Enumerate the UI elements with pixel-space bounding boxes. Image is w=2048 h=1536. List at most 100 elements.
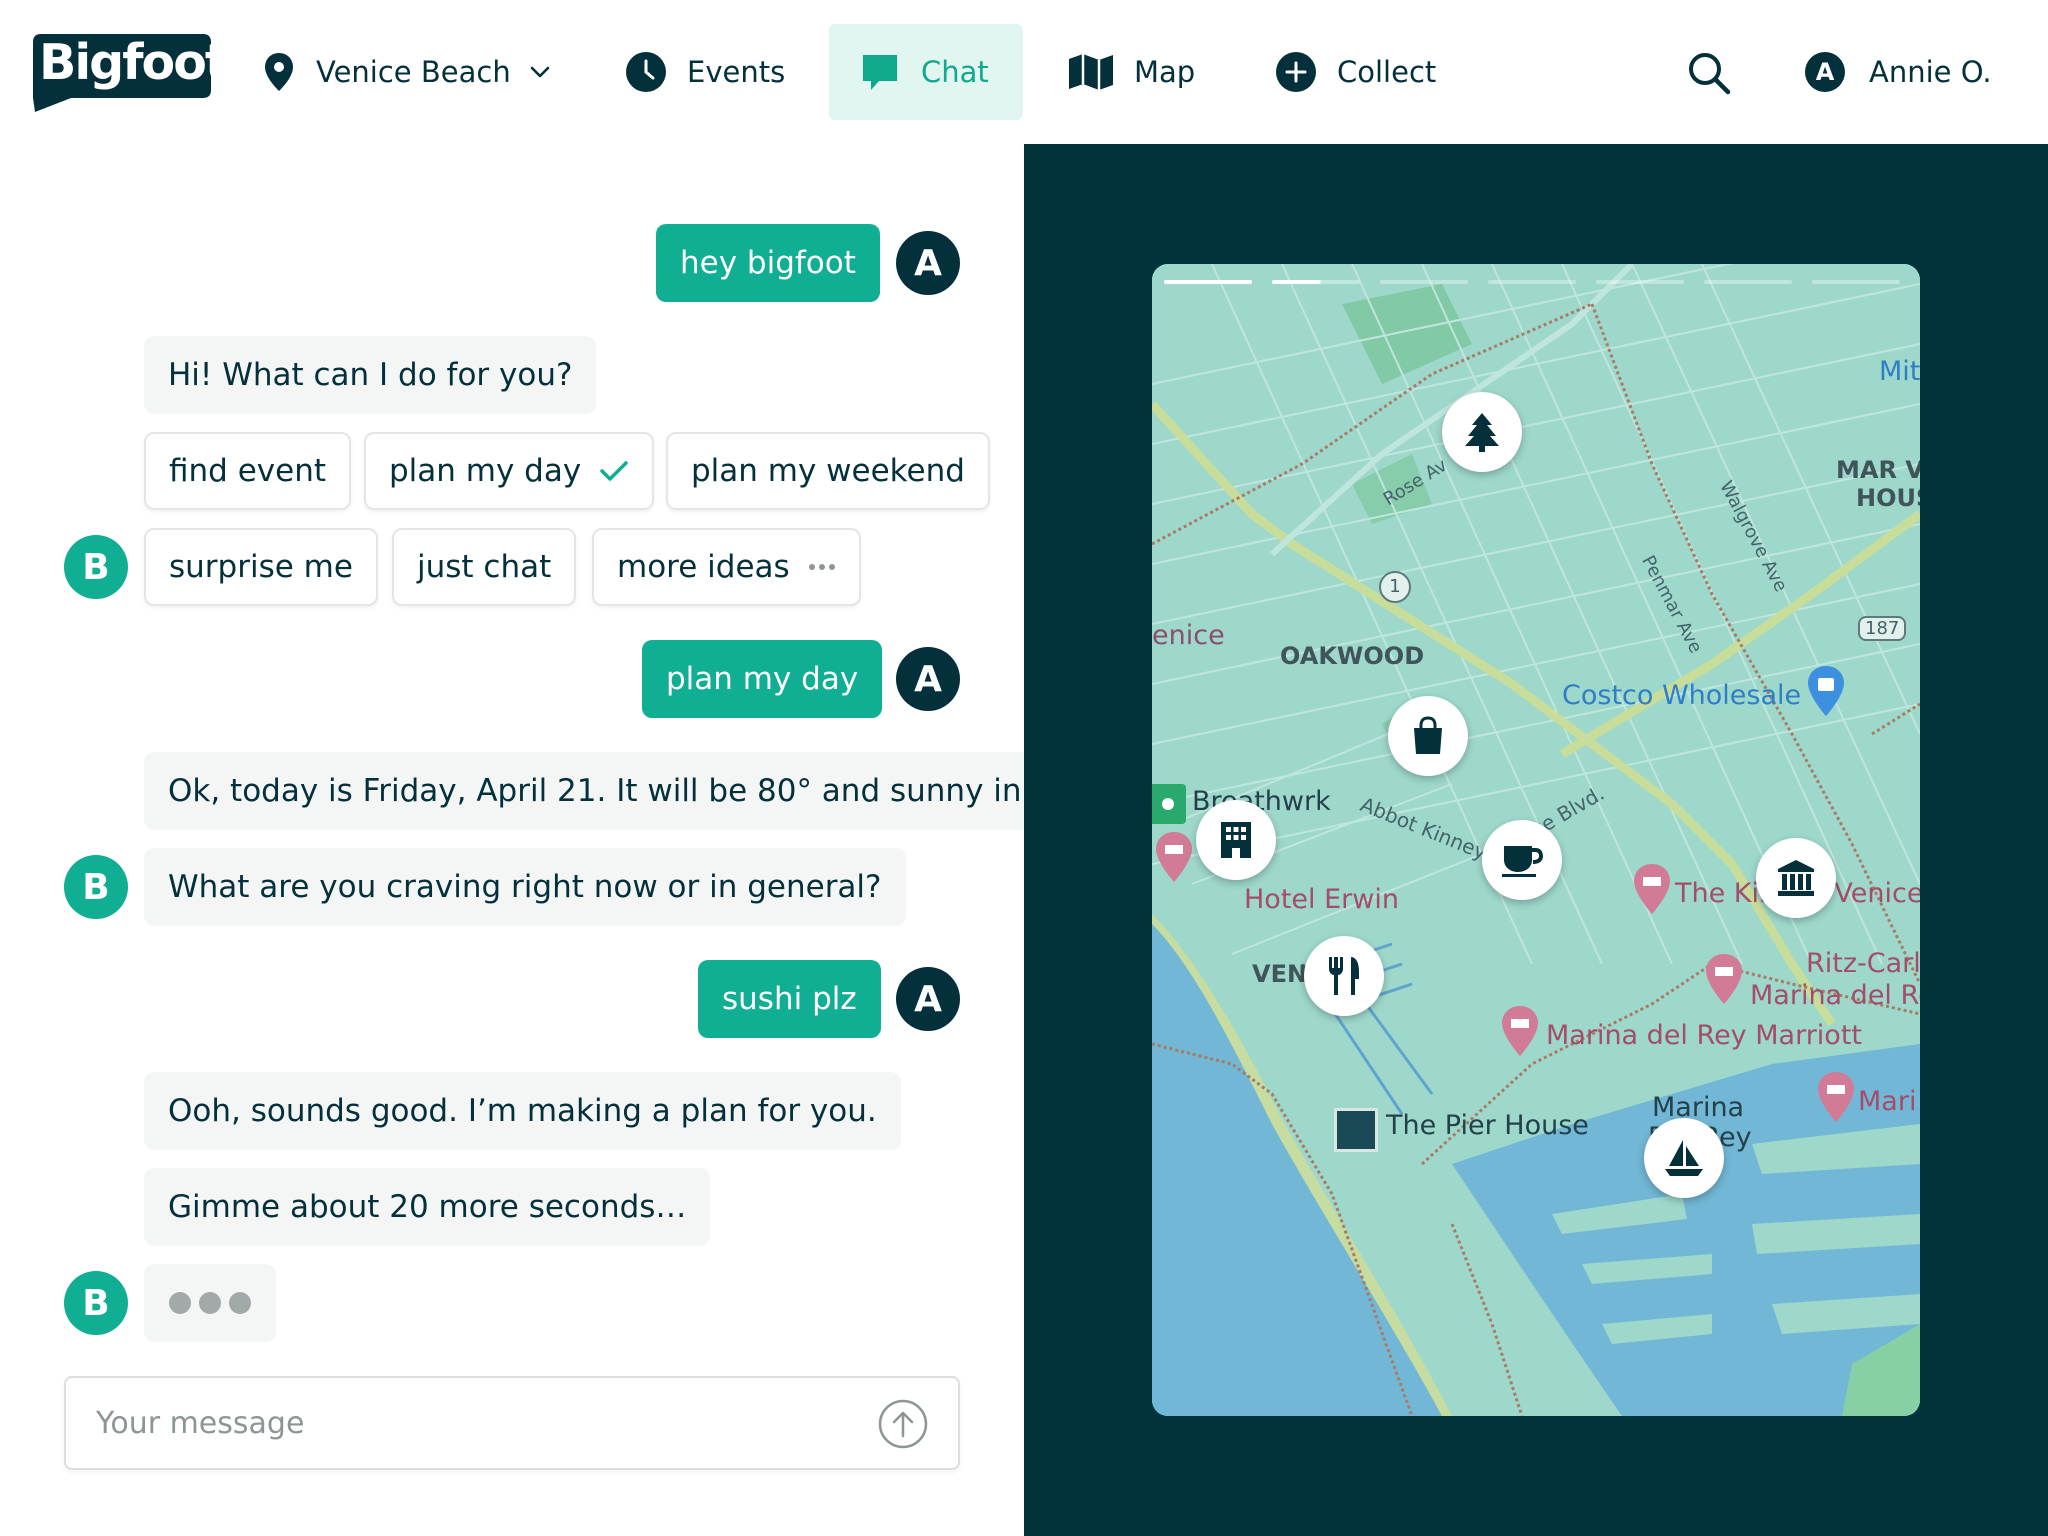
nav-chat[interactable]: Chat — [829, 24, 1023, 120]
arrow-up-circle-icon — [878, 1399, 928, 1449]
check-icon — [600, 461, 628, 481]
map-label: Marina del Re — [1750, 980, 1920, 1011]
bot-message: Ok, today is Friday, April 21. It will b… — [144, 752, 1024, 830]
hotel-poi-icon — [1502, 1006, 1538, 1056]
user-menu[interactable]: A Annie O. — [1805, 52, 1992, 92]
map-pin-marina[interactable] — [1644, 1118, 1724, 1198]
bot-message: Ooh, sounds good. I’m making a plan for … — [144, 1072, 901, 1150]
sailboat-icon — [1665, 1140, 1703, 1176]
bot-avatar: B — [64, 535, 128, 599]
bot-message: Gimme about 20 more seconds… — [144, 1168, 711, 1246]
chat-bubble-icon — [863, 55, 897, 90]
chat-panel: hey bigfoot A Hi! What can I do for you?… — [0, 144, 1024, 1536]
route-shield: 1 — [1379, 571, 1411, 603]
shopping-poi-icon — [1808, 666, 1844, 716]
ellipsis-icon — [808, 564, 835, 570]
location-pin-icon — [265, 53, 293, 91]
nav-map[interactable]: Map — [1068, 24, 1195, 120]
story-progress-segment — [1380, 280, 1468, 284]
map-label: Ritz-Carlt — [1806, 948, 1920, 979]
logo-text: Bigfoot — [39, 34, 228, 91]
map-label: Mit — [1879, 356, 1920, 387]
bot-message: Hi! What can I do for you? — [144, 336, 597, 414]
map-card[interactable]: Mit MAR VI HOUS Rose Av Walgrove Ave Pen… — [1152, 264, 1920, 1416]
poi-marker-dot — [1162, 798, 1174, 810]
chip-plan-my-weekend[interactable]: plan my weekend — [666, 432, 990, 510]
map-label: MAR VI — [1836, 456, 1920, 484]
chip-surprise-me[interactable]: surprise me — [144, 528, 378, 606]
user-avatar: A — [896, 967, 960, 1031]
map-label: enice — [1152, 620, 1225, 651]
user-message: sushi plz — [698, 960, 881, 1038]
chip-find-event[interactable]: find event — [144, 432, 351, 510]
tree-icon — [1465, 413, 1499, 452]
search-icon — [1689, 53, 1731, 95]
location-label: Venice Beach — [316, 55, 511, 89]
story-progress-segment — [1488, 280, 1576, 284]
map-label: Mari — [1858, 1086, 1917, 1117]
story-progress-segment — [1812, 280, 1900, 284]
map-pin-coffee[interactable] — [1482, 820, 1562, 900]
user-name: Annie O. — [1869, 55, 1992, 89]
user-avatar: A — [1805, 52, 1845, 92]
chip-more-ideas[interactable]: more ideas — [592, 528, 861, 606]
map-pin-shopping[interactable] — [1388, 696, 1468, 776]
chevron-down-icon — [530, 66, 550, 78]
map-label: Marina del Rey Marriott — [1546, 1020, 1862, 1051]
map-label: HOUS — [1856, 484, 1920, 512]
hotel-poi-icon — [1156, 832, 1192, 882]
user-avatar: A — [896, 231, 960, 295]
nav-events-label: Events — [687, 55, 786, 89]
chip-plan-my-day[interactable]: plan my day — [364, 432, 655, 510]
location-selector[interactable]: Venice Beach — [262, 24, 551, 120]
typing-dot — [199, 1292, 221, 1314]
map-label: Marina — [1652, 1092, 1745, 1123]
shopping-bag-icon — [1414, 716, 1442, 754]
hotel-poi-icon — [1706, 954, 1742, 1004]
map-pin-restaurant[interactable] — [1304, 936, 1384, 1016]
map-label: The Pier House — [1386, 1110, 1589, 1141]
museum-icon — [1778, 860, 1814, 896]
hotel-poi-icon — [1818, 1072, 1854, 1122]
user-avatar: A — [896, 647, 960, 711]
nav-collect-label: Collect — [1337, 55, 1437, 89]
bigfoot-logo[interactable]: Bigfoot — [31, 32, 228, 116]
nav-collect[interactable]: Collect — [1275, 24, 1436, 120]
message-input[interactable] — [64, 1376, 960, 1470]
nav-chat-label: Chat — [921, 55, 989, 89]
map-pin-museum[interactable] — [1756, 838, 1836, 918]
clock-icon — [626, 52, 666, 92]
user-message: hey bigfoot — [656, 224, 880, 302]
search-button[interactable] — [1686, 50, 1732, 100]
map-label: Costco Wholesale — [1562, 680, 1802, 711]
typing-indicator — [144, 1264, 276, 1342]
top-nav: Bigfoot Venice Beach Events Chat Map Col… — [0, 0, 2048, 144]
building-icon — [1221, 822, 1251, 858]
story-progress-segment — [1272, 280, 1360, 284]
map-icon — [1069, 54, 1113, 90]
map-pin-hotel[interactable] — [1196, 800, 1276, 880]
restaurant-icon — [1329, 957, 1359, 995]
typing-dot — [169, 1292, 191, 1314]
pier-house-logo — [1334, 1108, 1378, 1152]
chip-more-ideas-label: more ideas — [617, 549, 790, 585]
map-pin-park[interactable] — [1442, 392, 1522, 472]
bot-avatar: B — [64, 1271, 128, 1335]
send-button[interactable] — [877, 1398, 929, 1454]
nav-events[interactable]: Events — [625, 24, 785, 120]
bot-message: What are you craving right now or in gen… — [144, 848, 906, 926]
user-message: plan my day — [642, 640, 883, 718]
bot-avatar: B — [64, 855, 128, 919]
nav-map-label: Map — [1134, 55, 1196, 89]
coffee-icon — [1502, 846, 1544, 877]
story-progress-segment — [1596, 280, 1684, 284]
map-panel: Mit MAR VI HOUS Rose Av Walgrove Ave Pen… — [1024, 144, 2048, 1536]
chip-plan-my-day-label: plan my day — [389, 453, 582, 489]
plus-circle-icon — [1276, 52, 1316, 92]
map-label: OAKWOOD — [1280, 642, 1425, 670]
story-progress-segment — [1164, 280, 1252, 284]
map-label: Hotel Erwin — [1244, 884, 1399, 915]
chip-just-chat[interactable]: just chat — [392, 528, 577, 606]
hotel-poi-icon — [1634, 864, 1670, 914]
story-progress-segment — [1704, 280, 1792, 284]
